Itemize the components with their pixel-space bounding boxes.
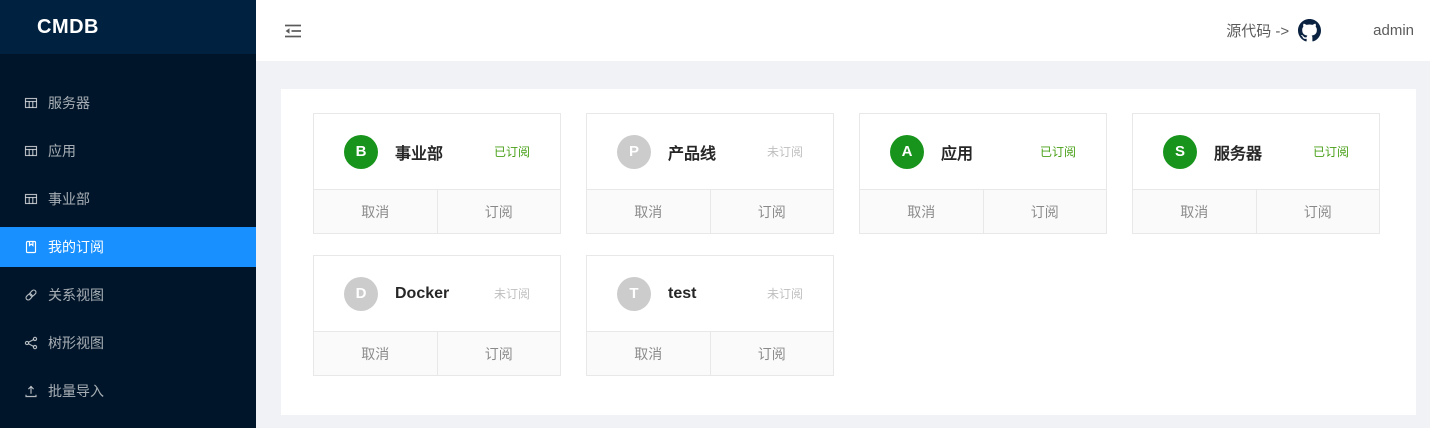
- avatar: B: [344, 135, 378, 169]
- sidebar-item-label: 事业部: [48, 189, 90, 209]
- avatar: S: [1163, 135, 1197, 169]
- subscription-card: T test 未订阅 取消 订阅: [586, 255, 834, 376]
- card-title: 产品线: [668, 140, 716, 164]
- sidebar: CMDB 服务器 应用 事业部: [0, 0, 256, 428]
- sidebar-item-label: 树形视图: [48, 333, 104, 353]
- subscribe-button[interactable]: 订阅: [984, 190, 1107, 233]
- subscriptions-panel: B 事业部 已订阅 取消 订阅 P 产品线: [281, 89, 1416, 415]
- cancel-button[interactable]: 取消: [860, 190, 984, 233]
- status-badge: 未订阅: [767, 285, 803, 302]
- subscription-card: A 应用 已订阅 取消 订阅: [859, 113, 1107, 234]
- cancel-button[interactable]: 取消: [314, 190, 438, 233]
- card-title: 事业部: [395, 140, 443, 164]
- cancel-button[interactable]: 取消: [587, 332, 711, 375]
- sidebar-item-label: 关系视图: [48, 285, 104, 305]
- status-badge: 已订阅: [1313, 143, 1349, 160]
- status-badge: 已订阅: [494, 143, 530, 160]
- cancel-button[interactable]: 取消: [1133, 190, 1257, 233]
- main-area: 源代码 -> admin B 事业部 已订阅: [256, 0, 1430, 428]
- subscription-card: B 事业部 已订阅 取消 订阅: [313, 113, 561, 234]
- header: 源代码 -> admin: [256, 0, 1430, 61]
- subscribe-button[interactable]: 订阅: [711, 190, 834, 233]
- subscription-card: P 产品线 未订阅 取消 订阅: [586, 113, 834, 234]
- status-badge: 未订阅: [767, 143, 803, 160]
- subscribe-button[interactable]: 订阅: [1257, 190, 1380, 233]
- subscribe-button[interactable]: 订阅: [711, 332, 834, 375]
- sidebar-item-applications[interactable]: 应用: [0, 131, 256, 171]
- sidebar-item-batch-import[interactable]: 批量导入: [0, 371, 256, 411]
- card-grid: B 事业部 已订阅 取消 订阅 P 产品线: [313, 113, 1384, 376]
- cancel-button[interactable]: 取消: [314, 332, 438, 375]
- sidebar-item-label: 我的订阅: [48, 237, 104, 257]
- card-title: test: [668, 285, 696, 303]
- sidebar-item-label: 应用: [48, 141, 76, 161]
- table-icon: [24, 96, 38, 110]
- subscription-card: S 服务器 已订阅 取消 订阅: [1132, 113, 1380, 234]
- card-title: 应用: [941, 140, 973, 164]
- subscription-card: D Docker 未订阅 取消 订阅: [313, 255, 561, 376]
- table-icon: [24, 192, 38, 206]
- link-icon: [24, 288, 38, 302]
- card-title: 服务器: [1214, 140, 1262, 164]
- app-root: CMDB 服务器 应用 事业部: [0, 0, 1430, 428]
- book-icon: [24, 240, 38, 254]
- avatar: T: [617, 277, 651, 311]
- sidebar-item-servers[interactable]: 服务器: [0, 83, 256, 123]
- avatar: P: [617, 135, 651, 169]
- source-code-link[interactable]: 源代码 ->: [1226, 20, 1289, 41]
- avatar: A: [890, 135, 924, 169]
- github-icon[interactable]: [1298, 19, 1321, 42]
- avatar: D: [344, 277, 378, 311]
- sidebar-item-tree-view[interactable]: 树形视图: [0, 323, 256, 363]
- sidebar-item-business-units[interactable]: 事业部: [0, 179, 256, 219]
- header-right: 源代码 -> admin: [1226, 19, 1414, 42]
- sidebar-item-label: 批量导入: [48, 381, 104, 401]
- table-icon: [24, 144, 38, 158]
- status-badge: 未订阅: [494, 285, 530, 302]
- menu-fold-icon[interactable]: [283, 21, 303, 41]
- card-title: Docker: [395, 285, 449, 303]
- status-badge: 已订阅: [1040, 143, 1076, 160]
- content: B 事业部 已订阅 取消 订阅 P 产品线: [256, 61, 1430, 428]
- upload-icon: [24, 384, 38, 398]
- subscribe-button[interactable]: 订阅: [438, 190, 561, 233]
- subscribe-button[interactable]: 订阅: [438, 332, 561, 375]
- username[interactable]: admin: [1373, 22, 1414, 39]
- cancel-button[interactable]: 取消: [587, 190, 711, 233]
- app-logo[interactable]: CMDB: [0, 0, 256, 54]
- sidebar-item-my-subscriptions[interactable]: 我的订阅: [0, 227, 256, 267]
- sidebar-item-label: 服务器: [48, 93, 90, 113]
- share-icon: [24, 336, 38, 350]
- sidebar-item-relation-view[interactable]: 关系视图: [0, 275, 256, 315]
- sidebar-menu: 服务器 应用 事业部 我的订阅: [0, 54, 256, 419]
